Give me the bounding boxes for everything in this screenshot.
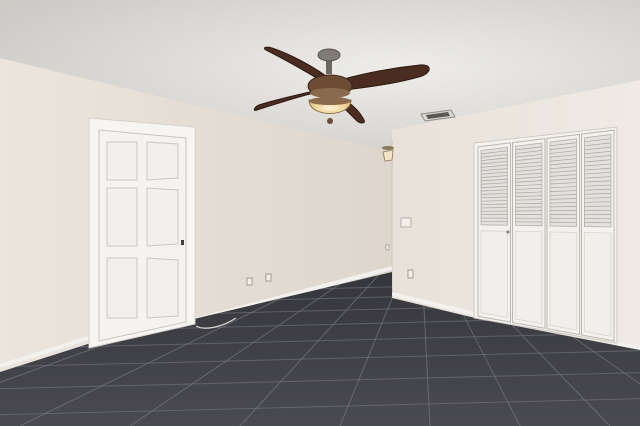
door-panel	[146, 141, 179, 181]
fan-motor-band	[310, 88, 350, 98]
outlet-left-wall-1	[265, 273, 272, 282]
closet-door-panel[interactable]	[546, 133, 580, 336]
outlet-left-wall-2	[246, 277, 253, 286]
fan-canopy	[317, 48, 341, 62]
door-hinge	[181, 240, 184, 245]
closet-door-panel[interactable]	[477, 142, 511, 323]
closet-door-panel[interactable]	[581, 129, 615, 342]
outlet-right-wall	[407, 269, 414, 279]
door-panel	[106, 141, 138, 181]
outlet-left-wall-3	[385, 244, 390, 251]
closet-knob[interactable]	[506, 230, 510, 234]
bedroom-photo	[0, 0, 640, 426]
fan-finial	[327, 118, 333, 124]
closet-door-panel[interactable]	[512, 138, 546, 329]
fan-light-rim	[309, 97, 351, 105]
six-panel-door[interactable]	[98, 129, 187, 342]
light-switch[interactable]	[400, 217, 412, 228]
door-panel	[106, 257, 138, 319]
door-panel	[146, 187, 179, 247]
door-panel	[106, 187, 138, 247]
door-panel	[146, 257, 179, 319]
